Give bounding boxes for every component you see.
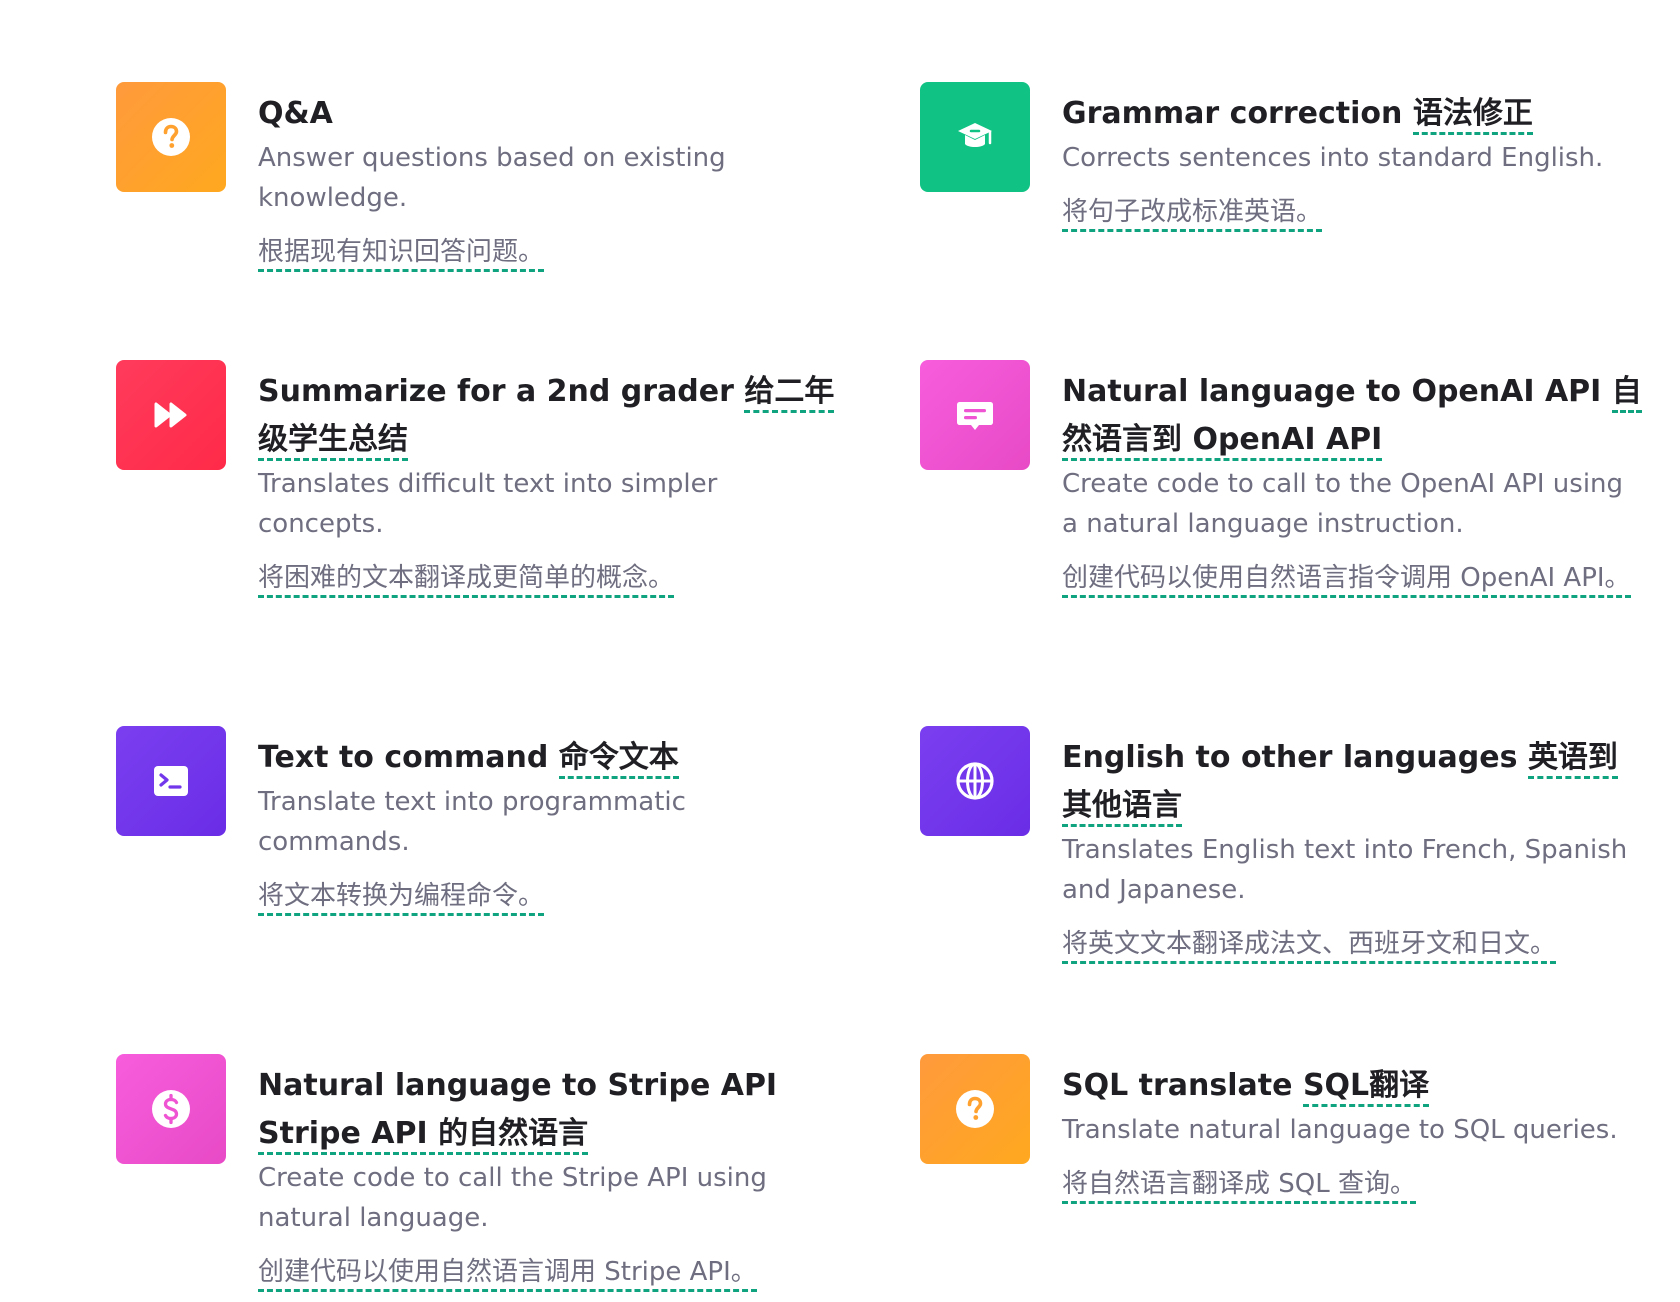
card-description: Translate text into programmatic command…: [258, 787, 686, 857]
card-title-zh: 语法修正: [1412, 96, 1533, 135]
fast-forward-icon: [154, 402, 187, 428]
card-title: Q&A: [258, 90, 838, 138]
question-circle-icon: [956, 1090, 994, 1128]
card-icon-box: [116, 726, 226, 836]
card-title-en: SQL translate: [1062, 1068, 1303, 1103]
globe-icon: [956, 762, 994, 800]
card-title: Text to command 命令文本: [258, 734, 838, 782]
card-description: Corrects sentences into standard English…: [1062, 143, 1604, 173]
card-icon-box: [116, 1054, 226, 1164]
card-description-zh: 根据现有知识回答问题。: [258, 237, 545, 272]
card-icon-box: [116, 360, 226, 470]
card-description: Translates difficult text into simpler c…: [258, 469, 718, 539]
card-description-zh: 创建代码以使用自然语言指令调用 OpenAI API。: [1062, 563, 1631, 598]
card-description-zh: 创建代码以使用自然语言调用 Stripe API。: [258, 1257, 757, 1292]
card-description: Translate natural language to SQL querie…: [1062, 1115, 1618, 1145]
card-description-zh: 将困难的文本翻译成更简单的概念。: [258, 563, 675, 598]
card-title-zh: Stripe API 的自然语言: [258, 1116, 589, 1155]
card-description-zh: 将自然语言翻译成 SQL 查询。: [1062, 1169, 1416, 1204]
card-description: Create code to call the Stripe API using…: [258, 1163, 767, 1233]
card-title: Grammar correction 语法修正: [1062, 90, 1642, 138]
card-icon-box: [116, 82, 226, 192]
card-title: Natural language to OpenAI API 自然语言到 Ope…: [1062, 368, 1642, 464]
dollar-circle-icon: [152, 1090, 190, 1128]
card-title-zh: SQL翻译: [1302, 1068, 1430, 1107]
card-title-en: Natural language to OpenAI API: [1062, 374, 1612, 409]
question-circle-icon: [152, 118, 190, 156]
card-title-en: English to other languages: [1062, 740, 1528, 775]
card-title: Summarize for a 2nd grader 给二年级学生总结: [258, 368, 838, 464]
card-title: Natural language to Stripe API Stripe AP…: [258, 1062, 838, 1158]
message-icon: [957, 402, 993, 430]
terminal-icon: [154, 766, 188, 796]
card-icon-box: [920, 82, 1030, 192]
card-description: Create code to call to the OpenAI API us…: [1062, 469, 1624, 539]
card-title: SQL translate SQL翻译: [1062, 1062, 1642, 1110]
card-description-zh: 将英文文本翻译成法文、西班牙文和日文。: [1062, 929, 1557, 964]
card-description: Translates English text into French, Spa…: [1062, 835, 1628, 905]
card-icon-box: [920, 360, 1030, 470]
card-title-en: Natural language to Stripe API: [258, 1068, 778, 1103]
card-title: English to other languages 英语到其他语言: [1062, 734, 1642, 830]
card-icon-box: [920, 726, 1030, 836]
card-icon-box: [920, 1054, 1030, 1164]
card-title-en: Summarize for a 2nd grader: [258, 374, 745, 409]
card-title-en: Q&A: [258, 96, 333, 131]
card-title-en: Text to command: [258, 740, 559, 775]
graduation-cap-icon: [958, 123, 992, 147]
card-description: Answer questions based on existing knowl…: [258, 143, 726, 213]
card-title-en: Grammar correction: [1062, 96, 1413, 131]
card-description-zh: 将文本转换为编程命令。: [258, 881, 545, 916]
card-title-zh: 命令文本: [558, 740, 679, 779]
card-description-zh: 将句子改成标准英语。: [1062, 197, 1323, 232]
